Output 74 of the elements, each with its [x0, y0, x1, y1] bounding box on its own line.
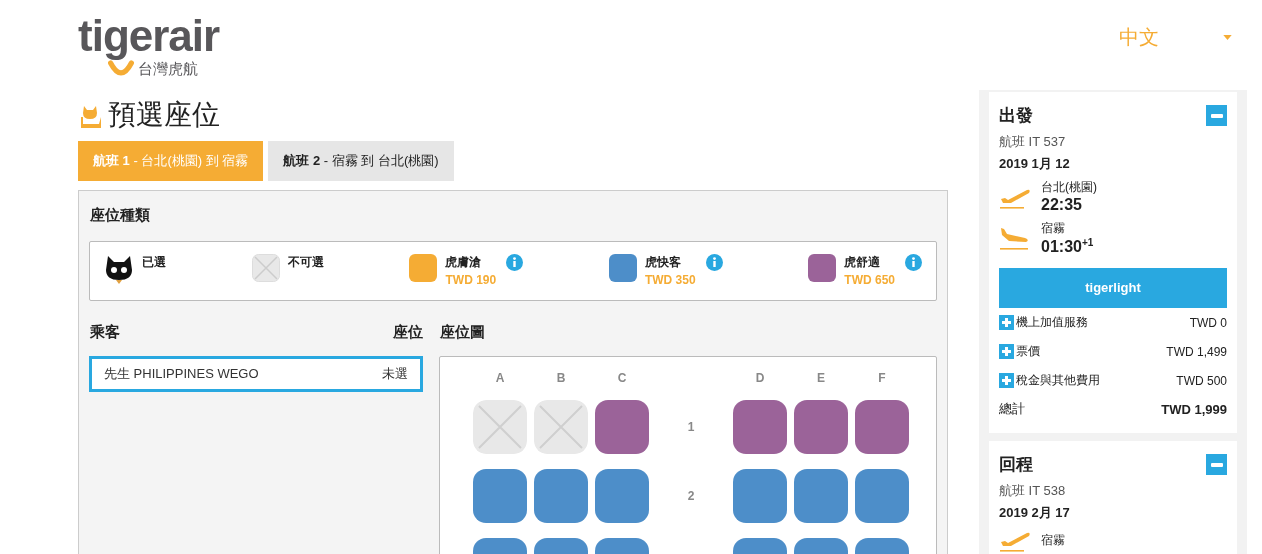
available-seat[interactable] — [473, 469, 527, 523]
plus-icon[interactable] — [999, 373, 1014, 389]
fare-banner: tigerlight — [999, 268, 1227, 309]
flight-number: 航班 IT 538 — [999, 482, 1067, 501]
seat-type-price: TWD 350 — [644, 273, 696, 287]
passenger-name: 先生 PHILIPPINES WEGO — [104, 365, 259, 383]
collapse-button[interactable] — [1206, 454, 1227, 476]
airport-name: 台北(桃園) — [1041, 179, 1097, 196]
info-icon[interactable] — [506, 254, 524, 271]
column-heading: 座位 — [393, 323, 423, 342]
section-heading: 座位種類 — [90, 206, 151, 225]
minus-icon — [1210, 462, 1223, 467]
seat-type-name: 虎膚滄 — [445, 254, 483, 271]
collapse-button[interactable] — [1206, 105, 1227, 126]
unavailable-seat-icon — [251, 254, 280, 282]
total-label: 總計 — [999, 400, 1025, 419]
column-label: E — [816, 371, 826, 385]
flight-time: 01:30$^{+1}$ — [1041, 237, 1094, 257]
charge-amount: TWD 500 — [1176, 373, 1227, 388]
seat-type-price: TWD 190 — [445, 273, 497, 287]
passenger-row[interactable]: 先生 PHILIPPINES WEGO 未選 — [89, 356, 423, 392]
row-number: 1 — [686, 420, 696, 434]
page-title: 預選座位 — [108, 97, 220, 133]
passenger-seat: 未選 — [382, 365, 408, 383]
seat-type-name: 虎舒適 — [844, 254, 882, 271]
flight-tab[interactable]: 航班 2 - 宿霧 到 台北(桃園) — [268, 141, 454, 181]
airport-name: 宿霧 — [1041, 220, 1066, 237]
card-title: 回程 — [999, 454, 1033, 477]
charge-label: 票價 — [1016, 343, 1040, 361]
available-seat[interactable] — [855, 400, 909, 454]
logo-smile-icon — [108, 60, 134, 78]
unavailable-seat — [473, 400, 527, 454]
plus-icon[interactable] — [999, 344, 1014, 360]
available-seat[interactable] — [733, 400, 787, 454]
available-seat[interactable] — [595, 469, 649, 523]
seat-type-name: 虎快客 — [644, 254, 682, 271]
charge-amount: TWD 0 — [1189, 315, 1227, 330]
flight-date: 2019 2月 17 — [999, 504, 1071, 523]
logo-subtitle: 台灣虎航 — [138, 60, 198, 79]
logo-wordmark: tigerair — [78, 14, 220, 58]
available-seat[interactable] — [855, 469, 909, 523]
column-label: F — [877, 371, 887, 385]
flight-date: 2019 1月 12 — [999, 155, 1071, 173]
unavailable-seat — [534, 400, 588, 454]
available-seat[interactable] — [794, 469, 848, 523]
cat-face-icon — [104, 254, 134, 284]
column-heading: 座位圖 — [440, 323, 486, 342]
info-icon[interactable] — [905, 254, 922, 271]
flight-number: 航班 IT 537 — [999, 133, 1067, 151]
card-title: 出發 — [999, 105, 1033, 127]
column-label: B — [555, 371, 567, 385]
airport-name: 宿霧 — [1041, 531, 1065, 549]
charge-amount: TWD 1,499 — [1166, 344, 1227, 359]
caret-icon — [1223, 34, 1232, 40]
charge-label: 機上加值服務 — [1016, 314, 1088, 332]
flight-time: 22:35 — [1041, 196, 1083, 214]
seat-type-price: TWD 650 — [844, 273, 895, 287]
plus-icon[interactable] — [999, 315, 1014, 331]
available-seat[interactable] — [733, 469, 787, 523]
column-label: A — [494, 371, 506, 385]
column-label: C — [616, 371, 628, 385]
column-label: D — [754, 371, 766, 385]
seat-type-name: 不可選 — [287, 254, 324, 271]
minus-icon — [1210, 113, 1223, 118]
charge-label: 稅金與其他費用 — [1016, 372, 1100, 390]
seat-type-name: 已選 — [142, 254, 166, 271]
available-seat[interactable] — [534, 469, 588, 523]
info-icon[interactable] — [705, 254, 723, 271]
available-seat[interactable] — [595, 400, 649, 454]
row-number: 2 — [686, 489, 696, 503]
total-amount: TWD 1,999 — [1161, 401, 1227, 417]
available-seat[interactable] — [794, 400, 848, 454]
landing-icon — [999, 226, 1031, 251]
column-heading: 乘客 — [90, 323, 120, 342]
